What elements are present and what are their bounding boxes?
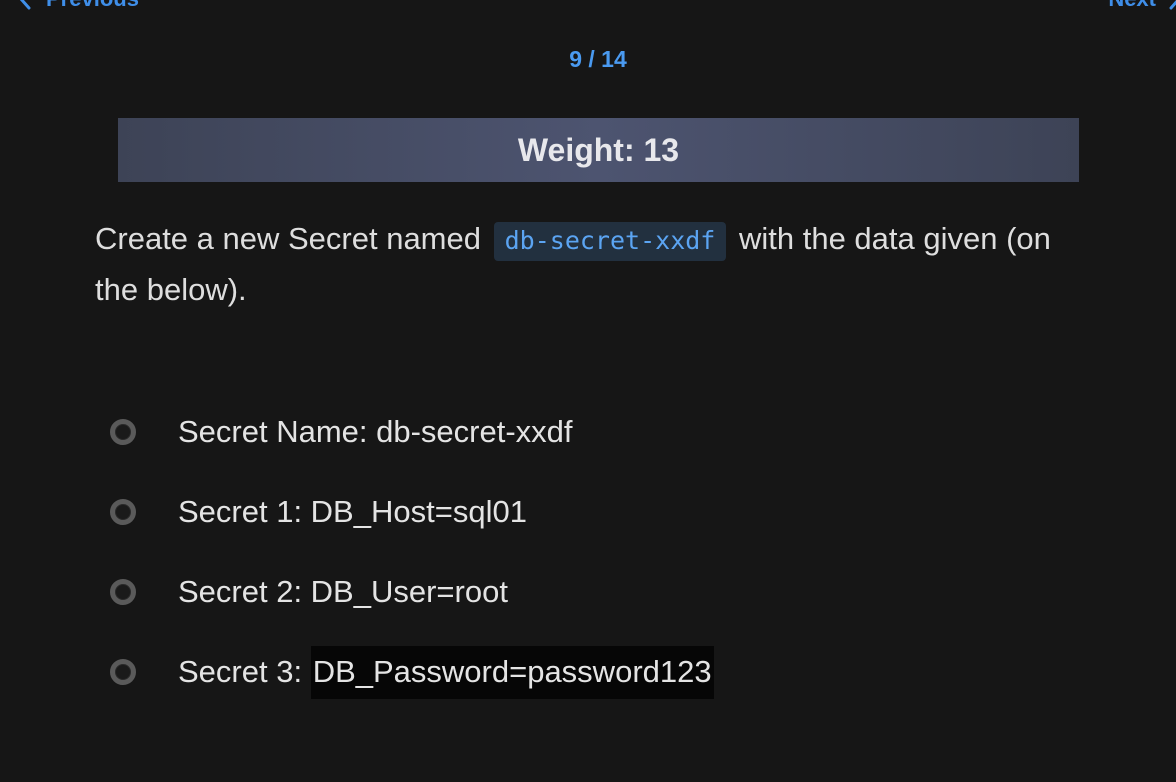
next-label: Next (1108, 0, 1156, 12)
question-text-before: Create a new Secret named (95, 221, 481, 256)
radio-button[interactable] (110, 499, 136, 525)
checklist-item: Secret 3: DB_Password=password123 (110, 644, 714, 700)
question-text: Create a new Secret named db-secret-xxdf… (95, 214, 1095, 314)
chevron-left-icon (18, 0, 32, 10)
checklist-item-prefix: Secret 3: (178, 654, 311, 689)
checklist-item: Secret Name: db-secret-xxdf (110, 404, 714, 460)
previous-button[interactable]: Previous (18, 0, 139, 12)
radio-button[interactable] (110, 579, 136, 605)
radio-button[interactable] (110, 419, 136, 445)
checklist-item-text: Secret Name: db-secret-xxdf (178, 414, 573, 449)
checklist-item-text: Secret 1: DB_Host=sql01 (178, 494, 527, 529)
checklist-item-text: Secret 3: DB_Password=password123 (178, 646, 714, 699)
checklist-item: Secret 1: DB_Host=sql01 (110, 484, 714, 540)
question-page: Previous Next 9 / 14 Weight: 13 Create a… (0, 0, 1176, 782)
weight-label: Weight: 13 (517, 131, 680, 168)
next-button[interactable]: Next (1108, 0, 1176, 12)
checklist-item: Secret 2: DB_User=root (110, 564, 714, 620)
checklist-item-text: Secret 2: DB_User=root (178, 574, 508, 609)
chevron-right-icon (1168, 0, 1176, 10)
weight-banner: Weight: 13 (118, 118, 1079, 182)
previous-label: Previous (46, 0, 139, 12)
task-checklist: Secret Name: db-secret-xxdf Secret 1: DB… (110, 404, 714, 724)
question-counter: 9 / 14 (569, 46, 627, 72)
radio-button[interactable] (110, 659, 136, 685)
secret-name-code: db-secret-xxdf (493, 222, 727, 261)
selected-text-highlight: DB_Password=password123 (310, 646, 714, 699)
